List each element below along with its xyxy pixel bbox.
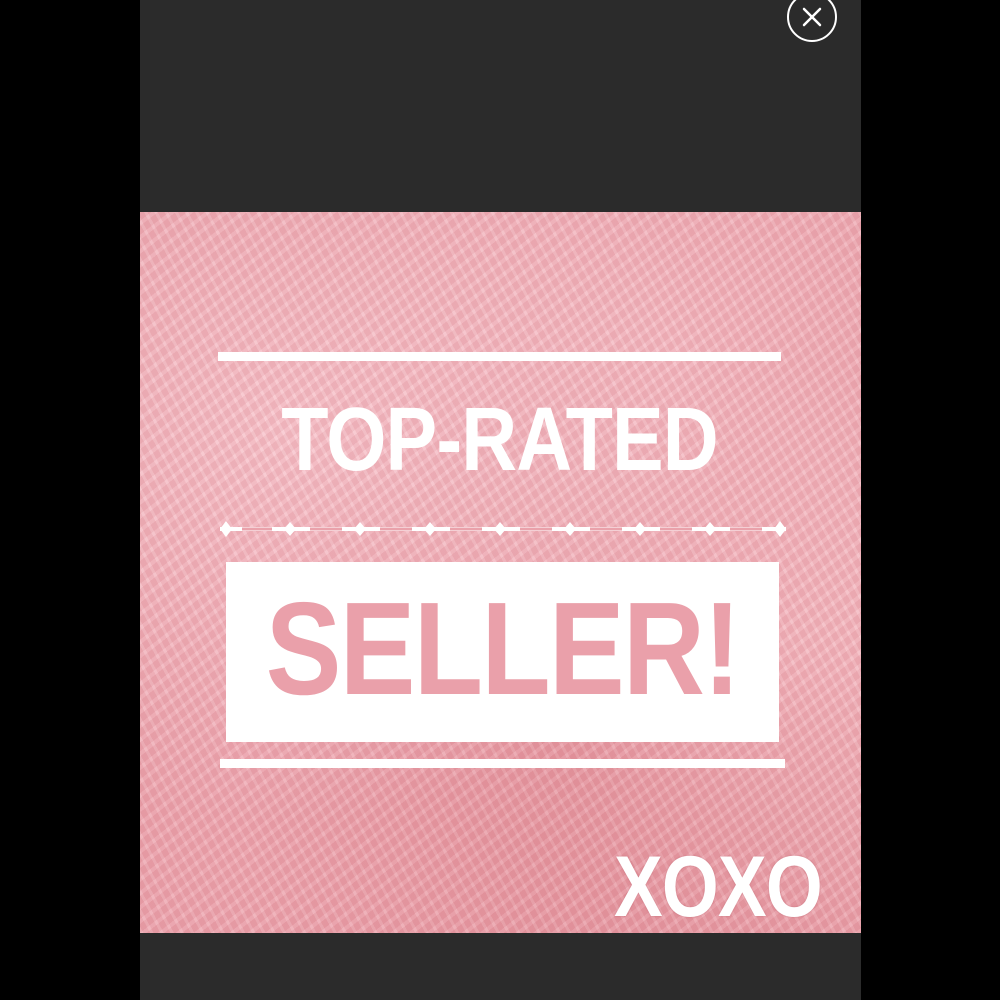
close-icon <box>802 7 822 27</box>
seller-text: SELLER! <box>265 575 741 722</box>
top-rule <box>218 352 781 361</box>
seller-banner: SELLER! <box>226 562 779 742</box>
ornamental-divider <box>214 514 792 544</box>
headline-text: TOP-RATED <box>281 390 718 490</box>
close-button[interactable] <box>787 0 837 42</box>
seller-graphic: TOP-RATED SELLER! XOXO <box>140 212 861 933</box>
bottom-rule <box>220 759 785 768</box>
xoxo-signoff: XOXO <box>614 839 823 933</box>
